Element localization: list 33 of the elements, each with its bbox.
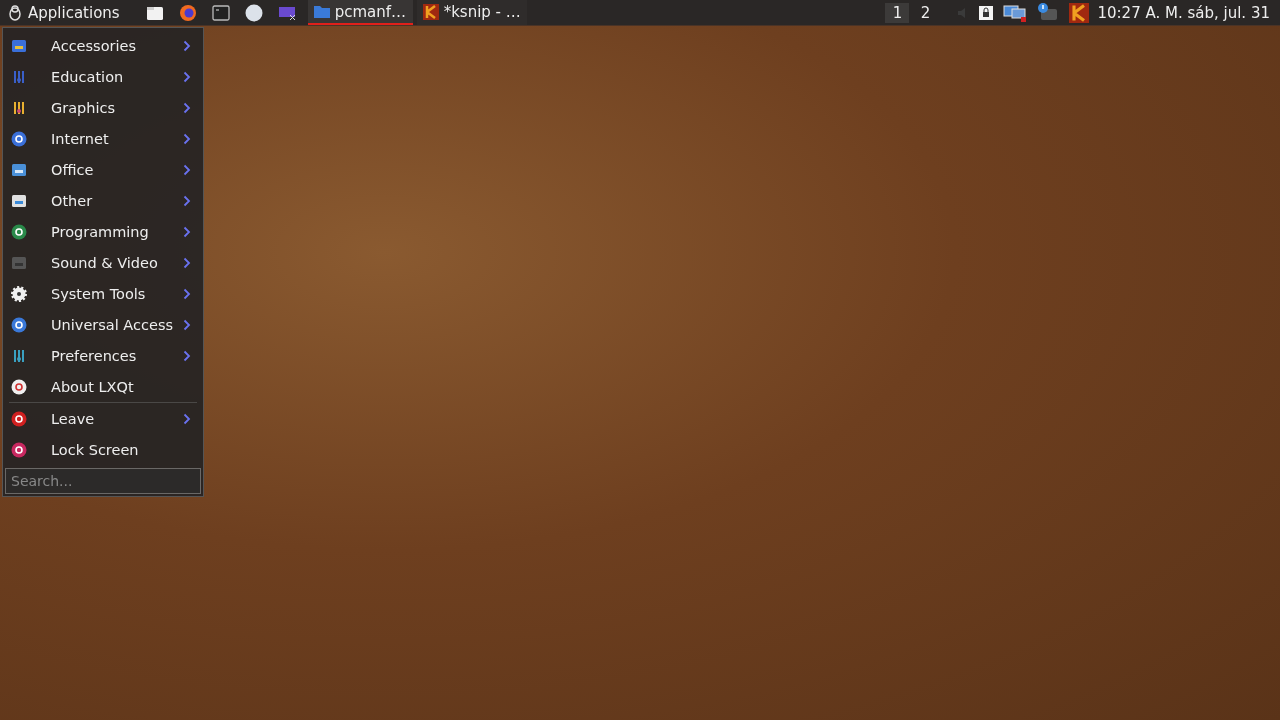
workspace-button[interactable]: 1 [885,2,910,23]
network-icon[interactable] [1003,3,1028,22]
browser-icon[interactable] [178,3,197,22]
folder-icon[interactable] [145,4,164,21]
taskbar-window-button[interactable]: pcmanf… [307,0,413,25]
menu-item[interactable]: Education [3,61,203,92]
menu-item[interactable]: Universal Access [3,309,203,340]
search-field[interactable]: Search... [5,468,201,494]
sliders-icon [11,347,27,364]
applications-menu-button[interactable]: Applications [0,0,128,26]
menu-item[interactable]: Office [3,154,203,185]
notification-icon[interactable] [1037,2,1060,23]
taskbar-window-button[interactable]: *ksnip - … [416,0,527,25]
screenshot-icon[interactable] [277,5,296,20]
menu-item[interactable]: Preferences [3,340,203,371]
menu-item[interactable]: Graphics [3,92,203,123]
app-logo-icon [422,3,439,20]
menu-item[interactable]: Internet [3,123,203,154]
menu-item[interactable]: Other [3,185,203,216]
menu-item[interactable]: Programming [3,216,203,247]
menu-item[interactable]: Sound & Video [3,247,203,278]
menu-item[interactable]: Leave [3,403,203,434]
menu-item[interactable]: System Tools [3,278,203,309]
clock[interactable]: 10:27 A. M. sáb, jul. 31 [1097,3,1270,22]
folder-icon [313,5,330,18]
app-logo-icon[interactable] [1069,2,1090,23]
globe-icon[interactable] [244,3,263,22]
gear-icon [11,285,27,302]
menu-item[interactable]: About LXQt [3,371,203,402]
menu-item[interactable]: Accessories [3,30,203,61]
workspace-button[interactable]: 2 [913,2,938,23]
terminal-icon[interactable] [211,4,230,21]
menu-item[interactable]: Lock Screen [3,434,203,465]
